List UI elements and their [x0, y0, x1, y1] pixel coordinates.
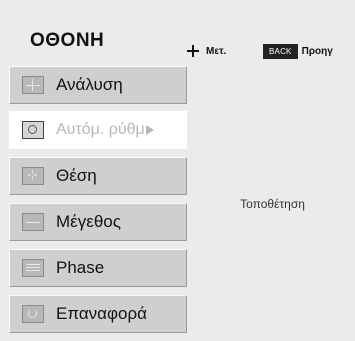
back-key-badge[interactable]: BACK	[263, 44, 298, 59]
menu-item-phase[interactable]: Phase	[9, 249, 187, 287]
phase-icon	[22, 259, 44, 277]
menu-item-resolution[interactable]: Ανάλυση	[9, 66, 187, 104]
menu-item-label: Ανάλυση	[56, 75, 123, 94]
page-title: ΟΘΟΝΗ	[30, 30, 105, 51]
size-icon	[22, 213, 44, 231]
menu-item-label: Phase	[56, 258, 105, 277]
osd-header: ΟΘΟΝΗ Μετ. BACK Προηγ	[0, 0, 355, 64]
menu-item-label: Αυτόμ. ρύθμ	[56, 121, 145, 138]
menu-item-label: Επαναφορά	[56, 304, 147, 323]
menu-item-label: Θέση	[56, 166, 97, 185]
auto-adjust-icon	[22, 121, 44, 139]
menu-item-position[interactable]: Θέση	[9, 157, 187, 195]
menu-item-auto-adjust[interactable]: Αυτόμ. ρύθμ	[9, 111, 187, 149]
description-text: Τοποθέτηση	[240, 196, 305, 211]
back-hint-label: Προηγ	[301, 46, 333, 57]
menu-item-label: Μέγεθος	[56, 212, 121, 231]
menu-item-size[interactable]: Μέγεθος	[9, 203, 187, 241]
chevron-right-icon	[145, 125, 154, 135]
back-hint[interactable]: BACK Προηγ	[263, 44, 333, 59]
four-way-arrow-icon	[186, 44, 200, 58]
settings-menu: Ανάλυση Αυτόμ. ρύθμ Θέση Μέγεθος Phase Ε…	[0, 66, 190, 341]
reset-icon	[22, 305, 44, 323]
move-hint-label: Μετ.	[206, 45, 227, 57]
screen-settings-osd: ΟΘΟΝΗ Μετ. BACK Προηγ Ανάλυση Αυτόμ. ρύθ…	[0, 0, 355, 341]
menu-item-reset[interactable]: Επαναφορά	[9, 295, 187, 333]
move-hint: Μετ.	[186, 44, 226, 58]
resolution-icon	[22, 76, 44, 94]
position-icon	[22, 167, 44, 185]
